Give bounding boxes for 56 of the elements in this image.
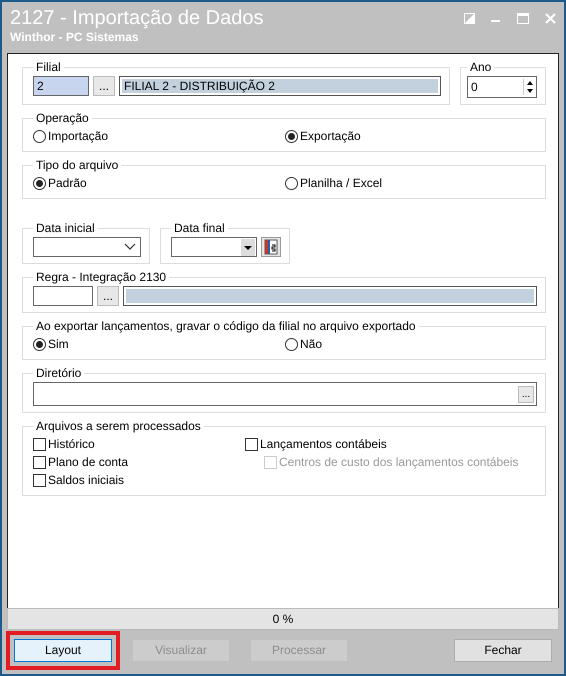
directory-field[interactable]: ... [33,382,537,406]
checkbox-label: Histórico [48,437,95,451]
radio-label: Importação [48,129,108,143]
radio-option[interactable]: Importação [33,129,285,143]
group-label: Data final [173,221,226,235]
branch-name-field: FILIAL 2 - DISTRIBUIÇÃO 2 [119,76,441,96]
group-label: Data inicial [35,221,96,235]
radio-button[interactable] [285,338,298,350]
checkbox-label: Centros de custo dos lançamentos contábeis [279,455,518,469]
radio-button[interactable] [33,176,46,190]
checkbox-label: Plano de conta [48,455,128,469]
dialog-button[interactable]: Fechar [454,638,552,662]
browse-button[interactable]: ... [518,386,534,402]
radio-option[interactable]: Não [285,337,537,351]
chevron-down-icon[interactable] [124,243,136,251]
code-field[interactable]: 2 [33,76,89,96]
browse-button[interactable]: ... [97,286,119,306]
browse-button[interactable]: ... [93,76,115,96]
rule-code-field[interactable] [33,286,93,306]
progress-reading: 0 % [272,612,294,626]
radio-option[interactable]: Padrão [33,176,285,190]
radio-button[interactable] [33,130,46,142]
calendar-icon[interactable] [261,237,281,257]
radio-label: Não [300,337,322,351]
group-label: Operação [35,111,90,125]
radio-option[interactable]: Exportação [285,129,537,143]
radio-label: Sim [48,337,69,351]
window-subtitle: Winthor - PC Sistemas [10,30,140,44]
group-label: Ao exportar lançamentos, gravar o código da filial no arquivo exportado [35,319,417,333]
radio-button[interactable] [285,176,298,190]
group-label: Regra - Integração 2130 [35,270,168,284]
year-spinner[interactable]: 0 [467,76,537,98]
group-label: Arquivos a serem processados [35,419,202,433]
group-label: Filial [35,60,62,74]
checkbox[interactable] [245,438,258,450]
radio-option[interactable]: Sim [33,337,285,351]
group-label: Ano [469,60,492,74]
checkbox[interactable] [33,456,46,468]
dialog-button[interactable]: Layout [14,638,112,662]
date-picker[interactable] [33,237,141,257]
down-arrow-icon[interactable] [524,87,536,95]
radio-button[interactable] [33,338,46,350]
radio-label: Padrão [48,176,87,190]
checkbox-label: Lançamentos contábeis [260,437,387,451]
radio-label: Exportação [300,129,361,143]
window-title: 2127 - Importação de Dados [10,6,264,30]
group-label: Diretório [35,366,82,380]
checkbox[interactable] [33,474,46,486]
up-arrow-icon[interactable] [524,79,536,87]
radio-option[interactable]: Planilha / Excel [285,176,537,190]
radio-button[interactable] [285,130,298,142]
checkbox[interactable] [33,438,46,450]
radio-label: Planilha / Excel [300,176,382,190]
group-label: Tipo do arquivo [35,158,120,172]
checkbox-label: Saldos iniciais [48,473,124,487]
date-picker[interactable] [171,237,257,257]
